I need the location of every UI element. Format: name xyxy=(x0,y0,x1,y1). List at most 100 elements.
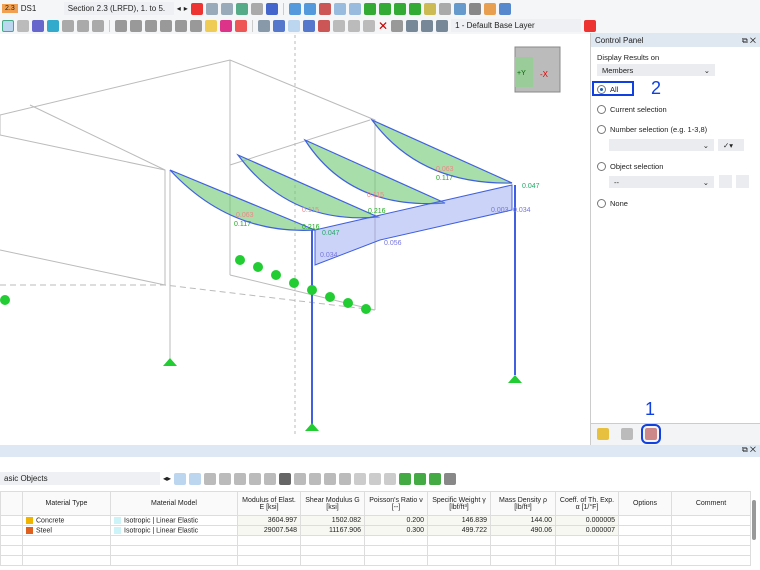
material-type[interactable]: Steel xyxy=(22,525,111,536)
view-icon[interactable] xyxy=(348,2,361,15)
color-scale-icon[interactable] xyxy=(235,19,247,32)
member-icon[interactable] xyxy=(130,19,142,32)
next-icon[interactable]: ▸ xyxy=(184,4,188,13)
result-icon[interactable] xyxy=(250,2,263,15)
row-icon[interactable] xyxy=(324,472,337,485)
table-filter-select[interactable]: asic Objects xyxy=(0,472,160,485)
table-row[interactable]: Concrete Isotropic | Linear Elastic 3604… xyxy=(0,515,751,526)
close-icon[interactable]: ⧉ ✕ xyxy=(742,445,756,454)
cell-options[interactable] xyxy=(618,525,672,536)
material-model[interactable]: Isotropic | Linear Elastic xyxy=(110,515,238,526)
result-icon[interactable] xyxy=(220,2,233,15)
search-icon[interactable] xyxy=(444,472,457,485)
axis-x-icon[interactable] xyxy=(363,2,376,15)
cell-gamma[interactable]: 499.722 xyxy=(427,525,491,536)
layer-select[interactable]: 1 - Default Base Layer xyxy=(451,19,582,32)
prev-icon[interactable]: ◂▸ xyxy=(163,474,171,483)
formula-icon[interactable] xyxy=(369,472,382,485)
export-icon[interactable] xyxy=(429,472,442,485)
member-icon[interactable] xyxy=(160,19,172,32)
filter-icon[interactable] xyxy=(584,19,597,32)
select-icon[interactable] xyxy=(189,472,202,485)
video-icon[interactable] xyxy=(17,19,29,32)
cell-rho[interactable]: 144.00 xyxy=(490,515,556,526)
result-icon[interactable] xyxy=(92,19,104,32)
cell-comment[interactable] xyxy=(671,515,751,526)
radio-current-selection[interactable]: Current selection xyxy=(597,105,667,114)
combo-select[interactable]: Section 2.3 (LRFD), 1. to 5. xyxy=(63,2,174,15)
rotate-icon[interactable] xyxy=(318,19,330,32)
select-objects-button[interactable] xyxy=(736,175,749,188)
cell-alpha[interactable]: 0.000007 xyxy=(555,525,619,536)
contour-icon[interactable] xyxy=(47,19,59,32)
row-icon[interactable] xyxy=(309,472,322,485)
cell-alpha[interactable]: 0.000005 xyxy=(555,515,619,526)
member-icon[interactable] xyxy=(145,19,157,32)
view-icon[interactable] xyxy=(318,2,331,15)
view-icon[interactable] xyxy=(333,2,346,15)
cell-g[interactable]: 11167.906 xyxy=(300,525,365,536)
table-scrollbar[interactable] xyxy=(752,500,756,540)
row-icon[interactable] xyxy=(294,472,307,485)
render-icon[interactable] xyxy=(423,2,436,15)
design-situation[interactable]: DS1 xyxy=(21,4,61,13)
object-selection-select[interactable]: -- ⌄ xyxy=(609,176,714,188)
number-selection-input[interactable]: ⌄ xyxy=(609,139,714,151)
export-icon[interactable] xyxy=(399,472,412,485)
layer-icon[interactable] xyxy=(436,19,449,32)
node-icon[interactable] xyxy=(273,19,285,32)
formula-icon[interactable] xyxy=(384,472,397,485)
apply-button[interactable]: ✓▾ xyxy=(718,139,744,151)
export-icon[interactable] xyxy=(414,472,427,485)
member-icon[interactable] xyxy=(175,19,187,32)
rotate-icon[interactable] xyxy=(288,19,300,32)
cell-options[interactable] xyxy=(618,515,672,526)
layer-icon[interactable] xyxy=(406,19,419,32)
cell-nu[interactable]: 0.300 xyxy=(364,525,428,536)
list-icon[interactable] xyxy=(597,428,609,440)
axis-icon[interactable] xyxy=(303,2,316,15)
member-icon[interactable] xyxy=(190,19,202,32)
close-icon[interactable]: ⧉ ✕ xyxy=(742,36,756,45)
row-number[interactable] xyxy=(0,525,23,536)
view-cube[interactable]: +Y -X xyxy=(514,46,561,93)
cell-rho[interactable]: 490.06 xyxy=(490,525,556,536)
diagram-icon[interactable] xyxy=(32,19,44,32)
result-icon[interactable] xyxy=(77,19,89,32)
axis-y-icon[interactable] xyxy=(378,2,391,15)
3d-viewport[interactable]: 0.063 0.117 0.115 0.216 0.115 0.216 0.06… xyxy=(0,35,590,443)
row-number[interactable] xyxy=(0,515,23,526)
axis-z-icon[interactable] xyxy=(393,2,406,15)
cell-comment[interactable] xyxy=(671,525,751,536)
cell-e[interactable]: 29007.548 xyxy=(237,525,301,536)
table-row[interactable]: Steel Isotropic | Linear Elastic 29007.5… xyxy=(0,525,751,536)
tool-icon[interactable] xyxy=(348,19,360,32)
dimension-icon[interactable] xyxy=(468,2,481,15)
radio-object-selection[interactable]: Object selection xyxy=(597,162,663,171)
table-icon[interactable] xyxy=(234,472,247,485)
row-icon[interactable] xyxy=(339,472,352,485)
material-type[interactable]: Concrete xyxy=(22,515,111,526)
eye-icon[interactable] xyxy=(498,2,511,15)
light-icon[interactable] xyxy=(205,19,217,32)
camera-icon[interactable] xyxy=(391,19,404,32)
layer-icon[interactable] xyxy=(421,19,434,32)
pin-icon[interactable] xyxy=(220,19,232,32)
scale-icon[interactable] xyxy=(621,428,633,440)
solid-icon[interactable] xyxy=(62,19,74,32)
cell-nu[interactable]: 0.200 xyxy=(364,515,428,526)
table-icon[interactable] xyxy=(249,472,262,485)
member-icon[interactable] xyxy=(115,19,127,32)
eye-icon[interactable] xyxy=(235,2,248,15)
plane-icon[interactable] xyxy=(453,2,466,15)
delete-icon[interactable]: ✕ xyxy=(378,19,388,33)
box-icon[interactable] xyxy=(483,2,496,15)
frame-icon[interactable] xyxy=(2,19,14,32)
cell-e[interactable]: 3604.997 xyxy=(237,515,301,526)
table-icon[interactable] xyxy=(264,472,277,485)
filter-icon[interactable] xyxy=(190,2,203,15)
delete-icon[interactable] xyxy=(279,472,292,485)
table-icon[interactable] xyxy=(258,19,270,32)
formula-icon[interactable] xyxy=(354,472,367,485)
cell-gamma[interactable]: 146.839 xyxy=(427,515,491,526)
